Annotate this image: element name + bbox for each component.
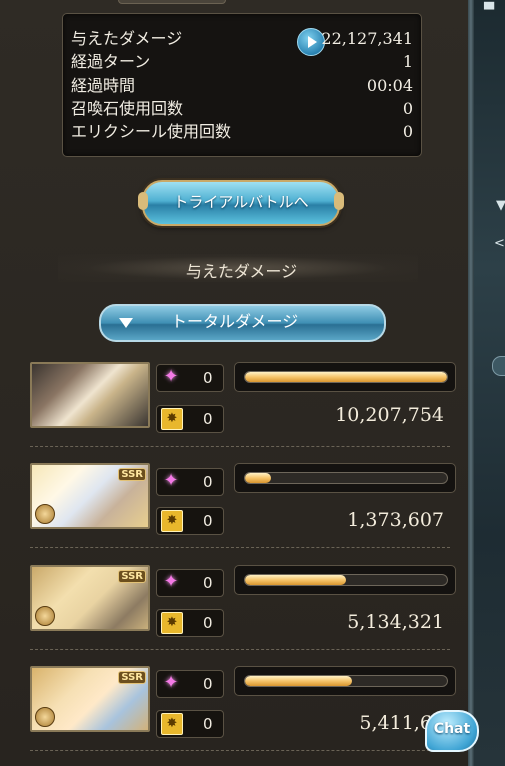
background-scene (473, 0, 505, 766)
gauge-track (244, 675, 448, 687)
stat-damage: 与えたダメージ 22,127,341 (71, 28, 413, 56)
stat-value: 0 (402, 122, 413, 141)
character-row: ✦ 0 ✸ 0 10,207,754 (30, 362, 458, 454)
damage-gauge (234, 666, 456, 696)
gauge-fill (245, 473, 272, 483)
charge-count: 0 (203, 574, 213, 592)
element-icon (35, 504, 55, 524)
stat-turns: 経過ターン 1 (71, 51, 413, 73)
stat-value: 22,127,341 (321, 29, 413, 48)
trial-battle-label: トライアルバトルへ (173, 193, 309, 211)
burst-icon: ✸ (161, 510, 183, 532)
button-ornament (138, 192, 148, 210)
stat-summons: 召喚石使用回数 0 (71, 98, 413, 120)
damage-value: 1,373,607 (347, 509, 444, 531)
element-icon (35, 606, 55, 626)
battle-stats: 与えたダメージ 22,127,341 経過ターン 1 経過時間 00:04 召喚… (62, 13, 422, 157)
row-divider (30, 547, 450, 548)
ougi-counter: ✸ 0 (156, 405, 224, 433)
star-icon: ✦ (163, 571, 179, 592)
row-divider (30, 750, 450, 751)
gauge-track (244, 472, 448, 484)
button-ornament (334, 192, 344, 210)
stat-label: エリクシール使用回数 (71, 122, 232, 141)
star-icon: ✦ (163, 672, 179, 693)
panel-edge (468, 0, 474, 766)
stat-elixirs: エリクシール使用回数 0 (71, 121, 413, 143)
stat-value: 0 (402, 99, 413, 118)
stat-time: 経過時間 00:04 (71, 75, 413, 97)
chevron-left-icon: < (494, 236, 505, 251)
damage-value: 10,207,754 (335, 404, 444, 426)
gauge-fill (245, 372, 447, 382)
damage-value: 5,134,321 (347, 611, 444, 633)
ougi-count: 0 (203, 715, 213, 733)
side-toggle[interactable] (492, 356, 505, 376)
rarity-badge: SSR (118, 570, 146, 583)
rarity-badge: SSR (118, 468, 146, 481)
burst-icon: ✸ (161, 713, 183, 735)
chat-button[interactable]: Chat (425, 710, 479, 752)
ougi-counter: ✸ 0 (156, 710, 224, 738)
section-title: 与えたダメージ (185, 262, 298, 281)
character-portrait[interactable]: SSR (30, 463, 150, 529)
charge-counter: ✦ 0 (156, 364, 224, 392)
gauge-fill (245, 676, 353, 686)
damage-gauge (234, 463, 456, 493)
gauge-track (244, 371, 448, 383)
ougi-count: 0 (203, 614, 213, 632)
star-icon: ✦ (163, 366, 179, 387)
charge-counter: ✦ 0 (156, 569, 224, 597)
charge-count: 0 (203, 675, 213, 693)
character-portrait[interactable]: SSR (30, 666, 150, 732)
panel-tab (118, 0, 226, 4)
charge-counter: ✦ 0 (156, 468, 224, 496)
stat-label: 経過時間 (71, 76, 136, 95)
stat-label: 与えたダメージ (71, 29, 183, 48)
gauge-track (244, 574, 448, 586)
ougi-counter: ✸ 0 (156, 609, 224, 637)
dropdown-selected: トータルダメージ (171, 312, 299, 331)
chevron-icon: ▼ (496, 198, 505, 213)
result-panel: 与えたダメージ 22,127,341 経過ターン 1 経過時間 00:04 召喚… (0, 0, 468, 766)
burst-icon: ✸ (161, 408, 183, 430)
ougi-count: 0 (203, 512, 213, 530)
stat-value: 1 (402, 52, 413, 71)
rarity-badge: SSR (118, 671, 146, 684)
trial-battle-button[interactable]: トライアルバトルへ (138, 180, 344, 226)
damage-type-dropdown[interactable]: トータルダメージ (99, 304, 386, 342)
row-divider (30, 649, 450, 650)
character-row: SSR ✦ 0 ✸ 0 1,373,607 (30, 463, 458, 555)
star-icon: ✦ (163, 470, 179, 491)
ougi-count: 0 (203, 410, 213, 428)
ougi-counter: ✸ 0 (156, 507, 224, 535)
burst-icon: ✸ (161, 612, 183, 634)
character-row: SSR ✦ 0 ✸ 0 5,411,65 (30, 666, 458, 758)
charge-counter: ✦ 0 (156, 670, 224, 698)
charge-count: 0 (203, 473, 213, 491)
damage-gauge (234, 362, 456, 392)
stat-value: 00:04 (366, 76, 413, 95)
charge-count: 0 (203, 369, 213, 387)
chevron-down-icon (119, 318, 133, 328)
character-portrait[interactable] (30, 362, 150, 428)
row-divider (30, 446, 450, 447)
corner-marker: ▀ (484, 3, 494, 18)
character-row: SSR ✦ 0 ✸ 0 5,134,321 (30, 565, 458, 657)
stat-label: 召喚石使用回数 (71, 99, 184, 118)
stat-label: 経過ターン (71, 52, 151, 71)
gauge-fill (245, 575, 346, 585)
character-portrait[interactable]: SSR (30, 565, 150, 631)
element-icon (35, 707, 55, 727)
damage-gauge (234, 565, 456, 595)
